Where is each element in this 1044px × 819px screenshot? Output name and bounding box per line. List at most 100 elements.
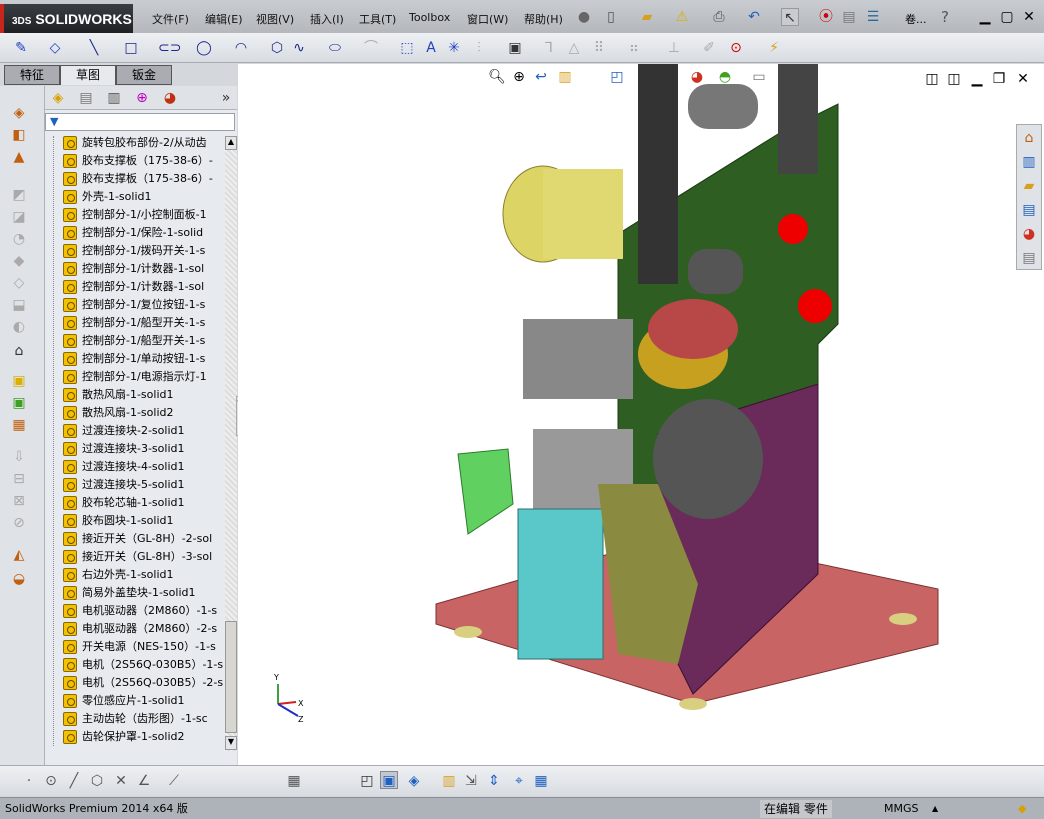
trim-tool-icon[interactable]: ⟋ — [165, 772, 183, 790]
section-icon[interactable]: ▥ — [440, 772, 458, 790]
tree-item[interactable]: 散热风扇-1-solid2 — [63, 404, 225, 422]
tree-item[interactable]: 右边外壳-1-solid1 — [63, 566, 225, 584]
tree-item[interactable]: 胶布支撑板（175-38-6）- — [63, 152, 225, 170]
delete-body-icon[interactable]: ⊘ — [10, 514, 28, 532]
tree-item[interactable]: 接近开关（GL-8H）-2-sol — [63, 530, 225, 548]
convert-icon[interactable]: △ — [565, 39, 583, 57]
tree-item[interactable]: 接近开关（GL-8H）-3-sol — [63, 548, 225, 566]
line-icon[interactable]: ╲ — [85, 39, 103, 57]
tag-icon[interactable]: ◆ — [1018, 800, 1026, 818]
3d-model[interactable]: Y X Z — [238, 64, 1044, 765]
shaded-view-icon[interactable]: ▣ — [380, 771, 398, 789]
tree-item[interactable]: 控制部分-1/单动按钮-1-s — [63, 350, 225, 368]
tree-item[interactable]: 过渡连接块-3-solid1 — [63, 440, 225, 458]
tree-item[interactable]: 控制部分-1/小控制面板-1 — [63, 206, 225, 224]
tree-item[interactable]: 电机（2S56Q-030B5）-2-s — [63, 674, 225, 692]
help-icon[interactable]: ? — [941, 8, 949, 26]
sweep-icon[interactable]: ▲ — [10, 148, 28, 166]
spline-icon[interactable]: ∿ — [290, 39, 308, 57]
loft-icon[interactable]: ◩ — [10, 186, 28, 204]
offset-icon[interactable]: ▣ — [506, 39, 524, 57]
tree-item[interactable]: 简易外盖垫块-1-solid1 — [63, 584, 225, 602]
tree-item[interactable]: 控制部分-1/拨码开关-1-s — [63, 242, 225, 260]
print-icon[interactable]: ⎙ — [710, 8, 728, 26]
rapid-sketch-icon[interactable]: ⚡ — [765, 39, 783, 57]
chamfer-icon[interactable]: ◆ — [10, 252, 28, 270]
rebuild-warning-icon[interactable]: ⚠ — [673, 8, 691, 26]
display-manager-icon[interactable]: ◕ — [161, 89, 179, 107]
ellipse-icon[interactable]: ⬭ — [326, 39, 344, 57]
traffic-light-icon[interactable]: ⦿ — [817, 8, 835, 26]
relations-icon[interactable]: ⊥ — [665, 39, 683, 57]
options-list-icon[interactable]: ☰ — [864, 8, 882, 26]
property-manager-icon[interactable]: ▤ — [77, 89, 95, 107]
fillet-icon[interactable]: ⌒ — [362, 39, 380, 57]
tree-item[interactable]: 过渡连接块-5-solid1 — [63, 476, 225, 494]
curves-icon[interactable]: ◒ — [10, 570, 28, 588]
tree-item[interactable]: 散热风扇-1-solid1 — [63, 386, 225, 404]
tree-item[interactable]: 过渡连接块-2-solid1 — [63, 422, 225, 440]
line-tool-icon[interactable]: ╱ — [65, 772, 83, 790]
maximize-icon[interactable]: ▢ — [998, 8, 1016, 26]
tree-item[interactable]: 控制部分-1/船型开关-1-s — [63, 314, 225, 332]
body-icon[interactable]: ▣ — [10, 394, 28, 412]
tree-item[interactable]: 外壳-1-solid1 — [63, 188, 225, 206]
tree-item[interactable]: 控制部分-1/电源指示灯-1 — [63, 368, 225, 386]
point-tool-icon[interactable]: · — [20, 772, 38, 790]
mirror-icon[interactable]: ⫶ — [470, 39, 488, 57]
rib-icon[interactable]: ◇ — [10, 274, 28, 292]
quick-snaps-icon[interactable]: ⊙ — [727, 39, 745, 57]
isometric-view-icon[interactable]: ◰ — [358, 772, 376, 790]
part-icon[interactable]: ▣ — [10, 372, 28, 390]
scroll-up-arrow[interactable]: ▲ — [225, 136, 237, 150]
tree-scrollbar[interactable]: ▲ ▼ — [225, 136, 237, 751]
tree-item[interactable]: 主动齿轮（齿形图）-1-sc — [63, 710, 225, 728]
configuration-manager-icon[interactable]: ▥ — [105, 89, 123, 107]
undo-icon[interactable]: ↶ — [745, 8, 763, 26]
menu-window[interactable]: 窗口(W) — [467, 11, 508, 27]
tab-sketch[interactable]: 草图 — [60, 65, 116, 85]
cut-icon[interactable]: ◪ — [10, 208, 28, 226]
scroll-down-arrow[interactable]: ▼ — [225, 736, 237, 750]
shell-icon[interactable]: ⬓ — [10, 296, 28, 314]
tree-filter-input[interactable]: ▼ — [45, 113, 235, 131]
truncated-toolbar-label[interactable]: 卷... — [905, 11, 927, 27]
tree-item[interactable]: 控制部分-1/船型开关-1-s — [63, 332, 225, 350]
polygon-icon[interactable]: ⬡ — [268, 39, 286, 57]
tree-item[interactable]: 控制部分-1/保险-1-solid — [63, 224, 225, 242]
open-folder-icon[interactable]: ▰ — [638, 8, 656, 26]
tree-item[interactable]: 零位感应片-1-solid1 — [63, 692, 225, 710]
reference-geometry-icon[interactable]: ⌂ — [10, 342, 28, 360]
split-icon[interactable]: ▦ — [10, 416, 28, 434]
grid-icon[interactable]: ▦ — [285, 772, 303, 790]
angle-tool-icon[interactable]: ∠ — [135, 772, 153, 790]
move-icon[interactable]: ⠶ — [625, 39, 643, 57]
new-document-icon[interactable]: ▯ — [602, 8, 620, 26]
display-style-icon[interactable]: ◈ — [405, 772, 423, 790]
camera-icon[interactable]: ⌖ — [510, 772, 528, 790]
menu-file[interactable]: 文件(F) — [152, 11, 189, 27]
menu-help[interactable]: 帮助(H) — [524, 11, 563, 27]
repair-icon[interactable]: ✐ — [700, 39, 718, 57]
tree-item[interactable]: 过渡连接块-4-solid1 — [63, 458, 225, 476]
menu-tools[interactable]: 工具(T) — [359, 11, 396, 27]
text-icon[interactable]: A — [422, 39, 440, 57]
tree-item[interactable]: 胶布支撑板（175-38-6）- — [63, 170, 225, 188]
move-body-icon[interactable]: ⇩ — [10, 448, 28, 466]
dimxpert-icon[interactable]: ⊕ — [133, 89, 151, 107]
arc-icon[interactable]: ◠ — [232, 39, 250, 57]
polygon-tool-icon[interactable]: ⬡ — [88, 772, 106, 790]
draft-icon[interactable]: ◐ — [10, 318, 28, 336]
move-component-icon[interactable]: ⇕ — [485, 772, 503, 790]
select-cursor-icon[interactable]: ↖ — [781, 8, 799, 26]
circle-icon[interactable]: ◯ — [195, 39, 213, 57]
revolve-icon[interactable]: ◧ — [10, 126, 28, 144]
minimize-icon[interactable]: ▁ — [976, 8, 994, 26]
tree-item[interactable]: 旋转包胶布部份-2/从动齿 — [63, 134, 225, 152]
smart-dimension-icon[interactable]: ◇ — [46, 39, 64, 57]
menu-toolbox[interactable]: Toolbox — [409, 11, 450, 24]
tree-item[interactable]: 控制部分-1/复位按钮-1-s — [63, 296, 225, 314]
tree-item[interactable]: 胶布圆块-1-solid1 — [63, 512, 225, 530]
menu-insert[interactable]: 插入(I) — [310, 11, 344, 27]
tree-item[interactable]: 齿轮保护罩-1-solid2 — [63, 728, 225, 746]
